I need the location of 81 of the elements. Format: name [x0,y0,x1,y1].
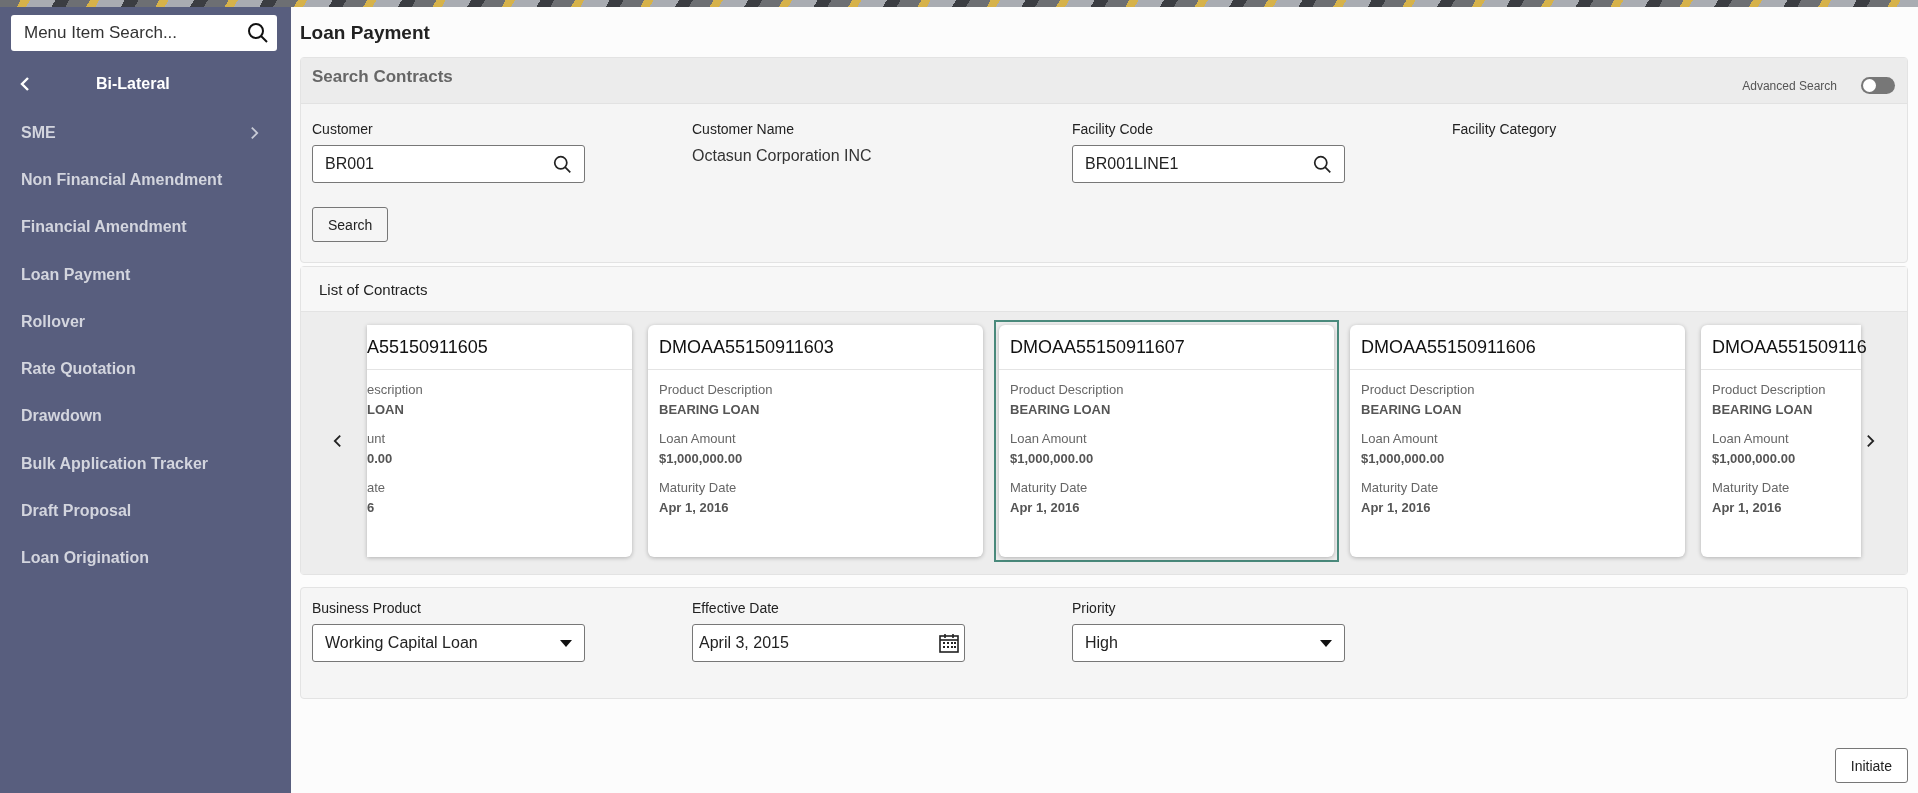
card-label: Loan Amount [1361,431,1438,446]
search-icon [247,22,269,44]
card-label: Maturity Date [1712,480,1790,495]
toggle-switch[interactable] [1861,77,1895,94]
card-label: Product Description [659,382,773,397]
calendar-icon [939,633,959,653]
card-label: unt [367,431,386,446]
card-label: ate [367,480,386,495]
menu-title: Bi-Lateral [96,75,170,93]
lookup-field[interactable]: BR001LINE1 [1072,145,1345,183]
card-label: Product Description [1712,382,1826,397]
menu-item[interactable]: SME [0,109,291,157]
card-value: Apr 1, 2016 [1361,500,1431,515]
back-chevron-icon[interactable] [20,77,30,91]
card-value: 6 [367,500,375,515]
chevron-right-icon[interactable] [1866,434,1875,448]
card-label: Maturity Date [1361,480,1439,495]
card-label: Loan Amount [1010,431,1087,446]
card-value: BEARING LOAN [659,402,760,417]
field-value: Octasun Corporation INC [692,147,873,165]
field-label: Customer Name [692,121,795,137]
card-value: LOAN [367,402,404,417]
toggle-label: Advanced Search [1742,78,1837,93]
contract-card[interactable]: DMOAA55150911607 Product Description BEARING LOAN Loan Amount $1,000,000.00 Maturity Date Apr 1, 2016 [999,325,1334,557]
card-value: Apr 1, 2016 [659,500,729,515]
card-label: escription [367,382,423,397]
card-value: BEARING LOAN [1361,402,1462,417]
search-button[interactable]: Search [312,207,389,242]
card-label: Loan Amount [659,431,736,446]
field-label: Priority [1072,600,1117,616]
contract-number: DMOAA55150911603 [659,336,834,358]
initiate-button[interactable]: Initiate [1834,748,1908,783]
contract-card[interactable]: A55150911605 escription LOAN unt 0.00 ate 6 [367,325,632,557]
menu-item[interactable]: Non Financial Amendment [0,156,291,204]
contract-number: DMOAA55150911606 [1361,336,1536,358]
card-value: $1,000,000.00 [1361,451,1445,466]
field-label: Business Product [312,600,422,616]
field-label: Effective Date [692,600,780,616]
field-label: Facility Category [1452,121,1558,137]
card-label: Product Description [1361,382,1475,397]
menu-item[interactable]: Draft Proposal [0,487,291,535]
card-label: Maturity Date [1010,480,1088,495]
contract-card[interactable]: DMOAA55150911606 Product Description BEARING LOAN Loan Amount $1,000,000.00 Maturity Date Apr 1, 2016 [1350,325,1685,557]
card-value: $1,000,000.00 [1712,451,1796,466]
card-value: BEARING LOAN [1712,402,1813,417]
contract-number: DMOAA55150911607 [1010,336,1185,358]
card-label: Loan Amount [1712,431,1789,446]
search-icon [1313,154,1332,174]
dropdown-field[interactable]: High [1072,624,1345,662]
menu-item[interactable]: Drawdown [0,392,291,441]
menu-item[interactable]: Loan Origination [0,534,291,582]
chevron-right-icon [250,125,259,140]
card-value: BEARING LOAN [1010,402,1111,417]
card-value: $1,000,000.00 [1010,451,1094,466]
menu-item[interactable]: Rate Quotation [0,345,291,393]
menu-item[interactable]: Financial Amendment [0,203,291,251]
chevron-left-icon[interactable] [333,434,342,448]
contract-card[interactable]: DMOAA55150911603 Product Description BEARING LOAN Loan Amount $1,000,000.00 Maturity Date Apr 1, 2016 [648,325,983,557]
card-label: Product Description [1010,382,1124,397]
date-field[interactable]: April 3, 2015 [692,624,965,662]
lookup-field[interactable]: BR001 [312,145,585,183]
contract-number: DMOAA551509116 [1712,336,1867,358]
card-value: Apr 1, 2016 [1712,500,1782,515]
card-value: 0.00 [367,451,393,466]
menu-item[interactable]: Loan Payment [0,250,291,299]
field-label: Facility Code [1072,121,1154,137]
menu-item[interactable]: Bulk Application Tracker [0,440,291,488]
card-value: Apr 1, 2016 [1010,500,1080,515]
contract-number: A55150911605 [367,336,488,358]
card-label: Maturity Date [659,480,737,495]
search-icon [553,154,572,174]
menu-search-field[interactable]: Menu Item Search... [11,15,277,51]
field-label: Customer [312,121,374,137]
card-value: $1,000,000.00 [659,451,743,466]
panel-title: List of Contracts [319,280,428,298]
caret-icon [560,639,572,647]
page-title: Loan Payment [300,21,431,45]
panel-title: Search Contracts [312,66,453,88]
dropdown-field[interactable]: Working Capital Loan [312,624,585,662]
menu-item[interactable]: Rollover [0,298,291,346]
caret-icon [1320,639,1332,647]
